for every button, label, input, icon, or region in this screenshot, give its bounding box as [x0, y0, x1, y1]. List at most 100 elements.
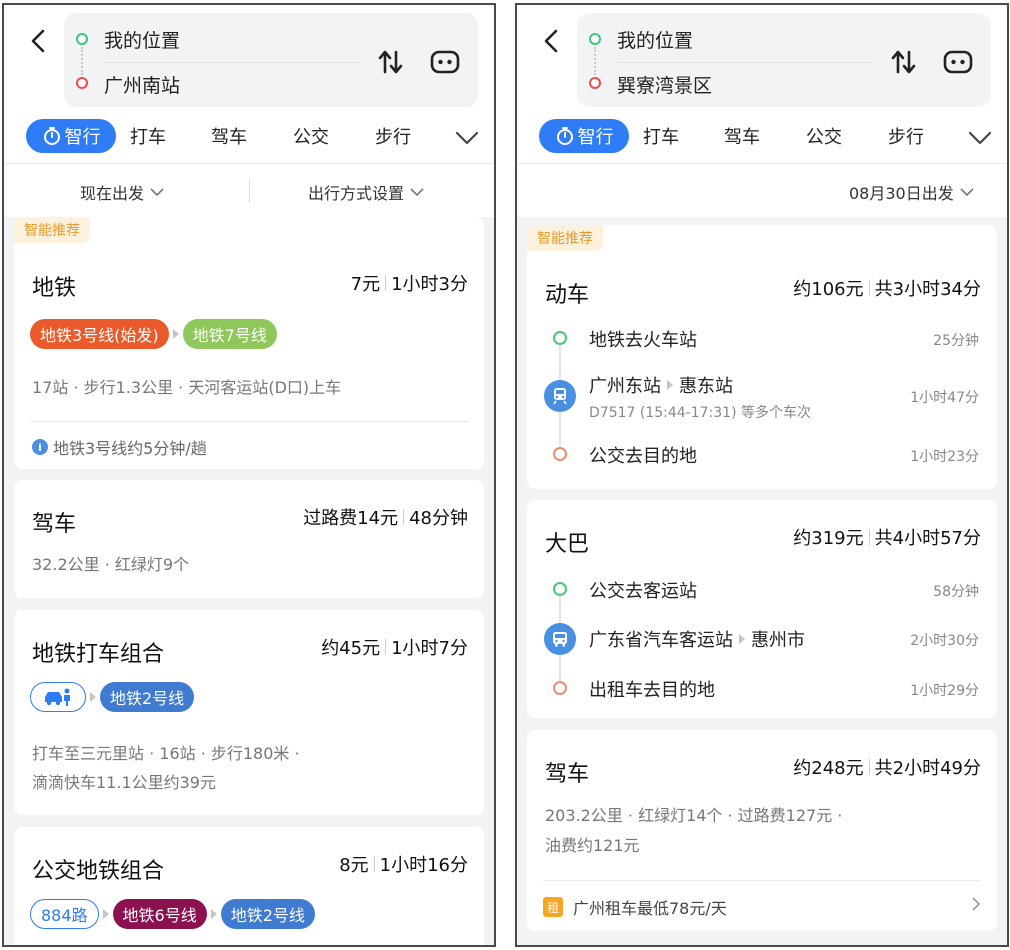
route-meta: 过路费14元 48分钟 [303, 504, 468, 530]
line-chips: 地铁3号线(始发) 地铁7号线 [30, 319, 277, 349]
step-label: 公交去目的地 [589, 446, 697, 467]
step-label: 广东省汽车客运站 惠州市 [589, 630, 805, 651]
chevron-down-icon [150, 187, 164, 197]
route-duration: 48分钟 [409, 508, 468, 529]
info-icon: i [32, 439, 48, 455]
recommend-badge: 智能推荐 [14, 217, 90, 243]
step-label: 出租车去目的地 [589, 680, 715, 701]
frequency-tip: i 地铁3号线约5分钟/趟 [32, 435, 207, 459]
expand-tabs-button[interactable] [967, 125, 993, 151]
destination-input[interactable]: 巽寮湾景区 [617, 71, 712, 98]
route-duration: 共4小时57分 [874, 528, 981, 549]
route-duration: 1小时7分 [391, 638, 468, 659]
route-detail: 油费约121元 [545, 836, 640, 855]
bus-icon [544, 623, 576, 655]
tab-taxi[interactable]: 打车 [643, 119, 679, 153]
stopwatch-icon [555, 126, 575, 146]
back-arrow-icon [31, 29, 45, 53]
more-icon [943, 50, 973, 74]
route-detail: 32.2公里 · 红绿灯9个 [32, 555, 190, 574]
train-numbers: D7517 (15:44-17:31) 等多个车次 [589, 405, 811, 421]
tab-bus[interactable]: 公交 [806, 119, 842, 153]
route-card-drive[interactable]: 驾车 过路费14元 48分钟 32.2公里 · 红绿灯9个 [14, 480, 484, 598]
step-start-dot-icon [553, 582, 567, 596]
left-screen: 我的位置 广州南站 智行 打车 驾车 公交 步行 现在出发 出行方式设置 智能推… [2, 3, 496, 947]
step-end-dot-icon [553, 447, 567, 461]
route-card-metro[interactable]: 智能推荐 地铁 7元 1小时3分 地铁3号线(始发) 地铁7号线 17站 · 步… [14, 217, 484, 469]
more-options-button[interactable] [943, 49, 973, 75]
car-rental-link[interactable]: 租 广州租车最低78元/天 [543, 895, 981, 919]
mode-tabs: 智行 打车 驾车 公交 步行 [4, 115, 494, 159]
back-arrow-icon [544, 29, 558, 53]
route-box: 我的位置 广州南站 [64, 13, 478, 107]
route-card-drive[interactable]: 驾车 约248元 共2小时49分 203.2公里 · 红绿灯14个 · 过路费1… [527, 730, 997, 931]
more-options-button[interactable] [430, 49, 460, 75]
back-button[interactable] [535, 23, 567, 59]
arrow-right-icon [172, 329, 179, 339]
step-time: 1小时29分 [910, 683, 979, 699]
step-label: 地铁去火车站 [589, 330, 697, 351]
step-label: 公交去客运站 [589, 581, 697, 602]
depart-time-filter[interactable]: 现在出发 [80, 180, 164, 204]
tab-bus[interactable]: 公交 [293, 119, 329, 153]
route-duration: 共3小时34分 [874, 279, 981, 300]
arrow-right-icon [739, 634, 745, 644]
tab-drive[interactable]: 驾车 [211, 119, 247, 153]
route-title: 驾车 [545, 762, 590, 787]
route-detail: 17站 · 步行1.3公里 · 天河客运站(D口)上车 [32, 378, 342, 397]
taxi-person-icon [45, 688, 70, 706]
step-time: 1小时47分 [910, 390, 979, 406]
arrow-right-icon [210, 909, 217, 919]
train-icon [544, 380, 576, 412]
arrow-right-icon [90, 692, 96, 702]
back-button[interactable] [22, 23, 54, 59]
step-start-dot-icon [553, 331, 567, 345]
route-card-metro-taxi[interactable]: 地铁打车组合 约45元 1小时7分 地铁2号线 打车至三元里站 · 16站 · … [14, 610, 484, 815]
tab-walk[interactable]: 步行 [888, 119, 924, 153]
stopwatch-icon [42, 126, 62, 146]
tab-walk[interactable]: 步行 [375, 119, 411, 153]
origin-input[interactable]: 我的位置 [617, 26, 693, 53]
origin-dot-icon [589, 33, 601, 45]
tab-taxi[interactable]: 打车 [130, 119, 166, 153]
route-duration: 共2小时49分 [874, 758, 981, 779]
route-meta: 约319元 共4小时57分 [793, 524, 981, 550]
tab-smart[interactable]: 智行 [539, 119, 629, 153]
route-toll: 过路费14元 [303, 508, 399, 529]
tab-smart[interactable]: 智行 [26, 119, 116, 153]
route-price: 约45元 [321, 638, 381, 659]
chevron-down-icon [455, 131, 479, 145]
header: 我的位置 巽寮湾景区 智行 打车 驾车 公交 步行 [517, 5, 1007, 163]
step-time: 2小时30分 [910, 633, 979, 649]
route-price: 约106元 [793, 279, 864, 300]
swap-icon [891, 50, 916, 74]
swap-route-button[interactable] [376, 47, 406, 77]
swap-icon [378, 50, 403, 74]
route-card-bus-metro[interactable]: 公交地铁组合 8元 1小时16分 884路 地铁6号线 地铁2号线 [14, 827, 484, 945]
route-title: 大巴 [545, 532, 590, 557]
line-chip: 884路 [30, 899, 99, 929]
route-meta: 约45元 1小时7分 [321, 634, 468, 660]
route-price: 7元 [350, 274, 381, 295]
route-title: 地铁打车组合 [32, 642, 165, 667]
origin-dot-icon [76, 33, 88, 45]
route-card-coach[interactable]: 大巴 约319元 共4小时57分 公交去客运站 58分钟 广东省汽车客运站 惠州… [527, 500, 997, 718]
chevron-down-icon [968, 131, 992, 145]
line-chip: 地铁2号线 [220, 899, 315, 929]
route-detail: 滴滴快车11.1公里约39元 [32, 773, 216, 792]
line-chips: 地铁2号线 [30, 682, 195, 712]
depart-time-filter[interactable]: 08月30日出发 [849, 180, 974, 204]
recommend-badge: 智能推荐 [527, 225, 603, 251]
origin-input[interactable]: 我的位置 [104, 26, 180, 53]
tab-drive[interactable]: 驾车 [724, 119, 760, 153]
mode-tabs: 智行 打车 驾车 公交 步行 [517, 115, 1007, 159]
swap-route-button[interactable] [889, 47, 919, 77]
route-meta: 约248元 共2小时49分 [793, 754, 981, 780]
destination-input[interactable]: 广州南站 [104, 71, 180, 98]
destination-dot-icon [76, 77, 88, 89]
travel-mode-settings-filter[interactable]: 出行方式设置 [308, 180, 424, 204]
expand-tabs-button[interactable] [454, 125, 480, 151]
chevron-right-icon [971, 896, 981, 912]
route-title: 动车 [545, 283, 590, 308]
route-card-train[interactable]: 智能推荐 动车 约106元 共3小时34分 地铁去火车站 25分钟 广州东站 惠… [527, 225, 997, 489]
